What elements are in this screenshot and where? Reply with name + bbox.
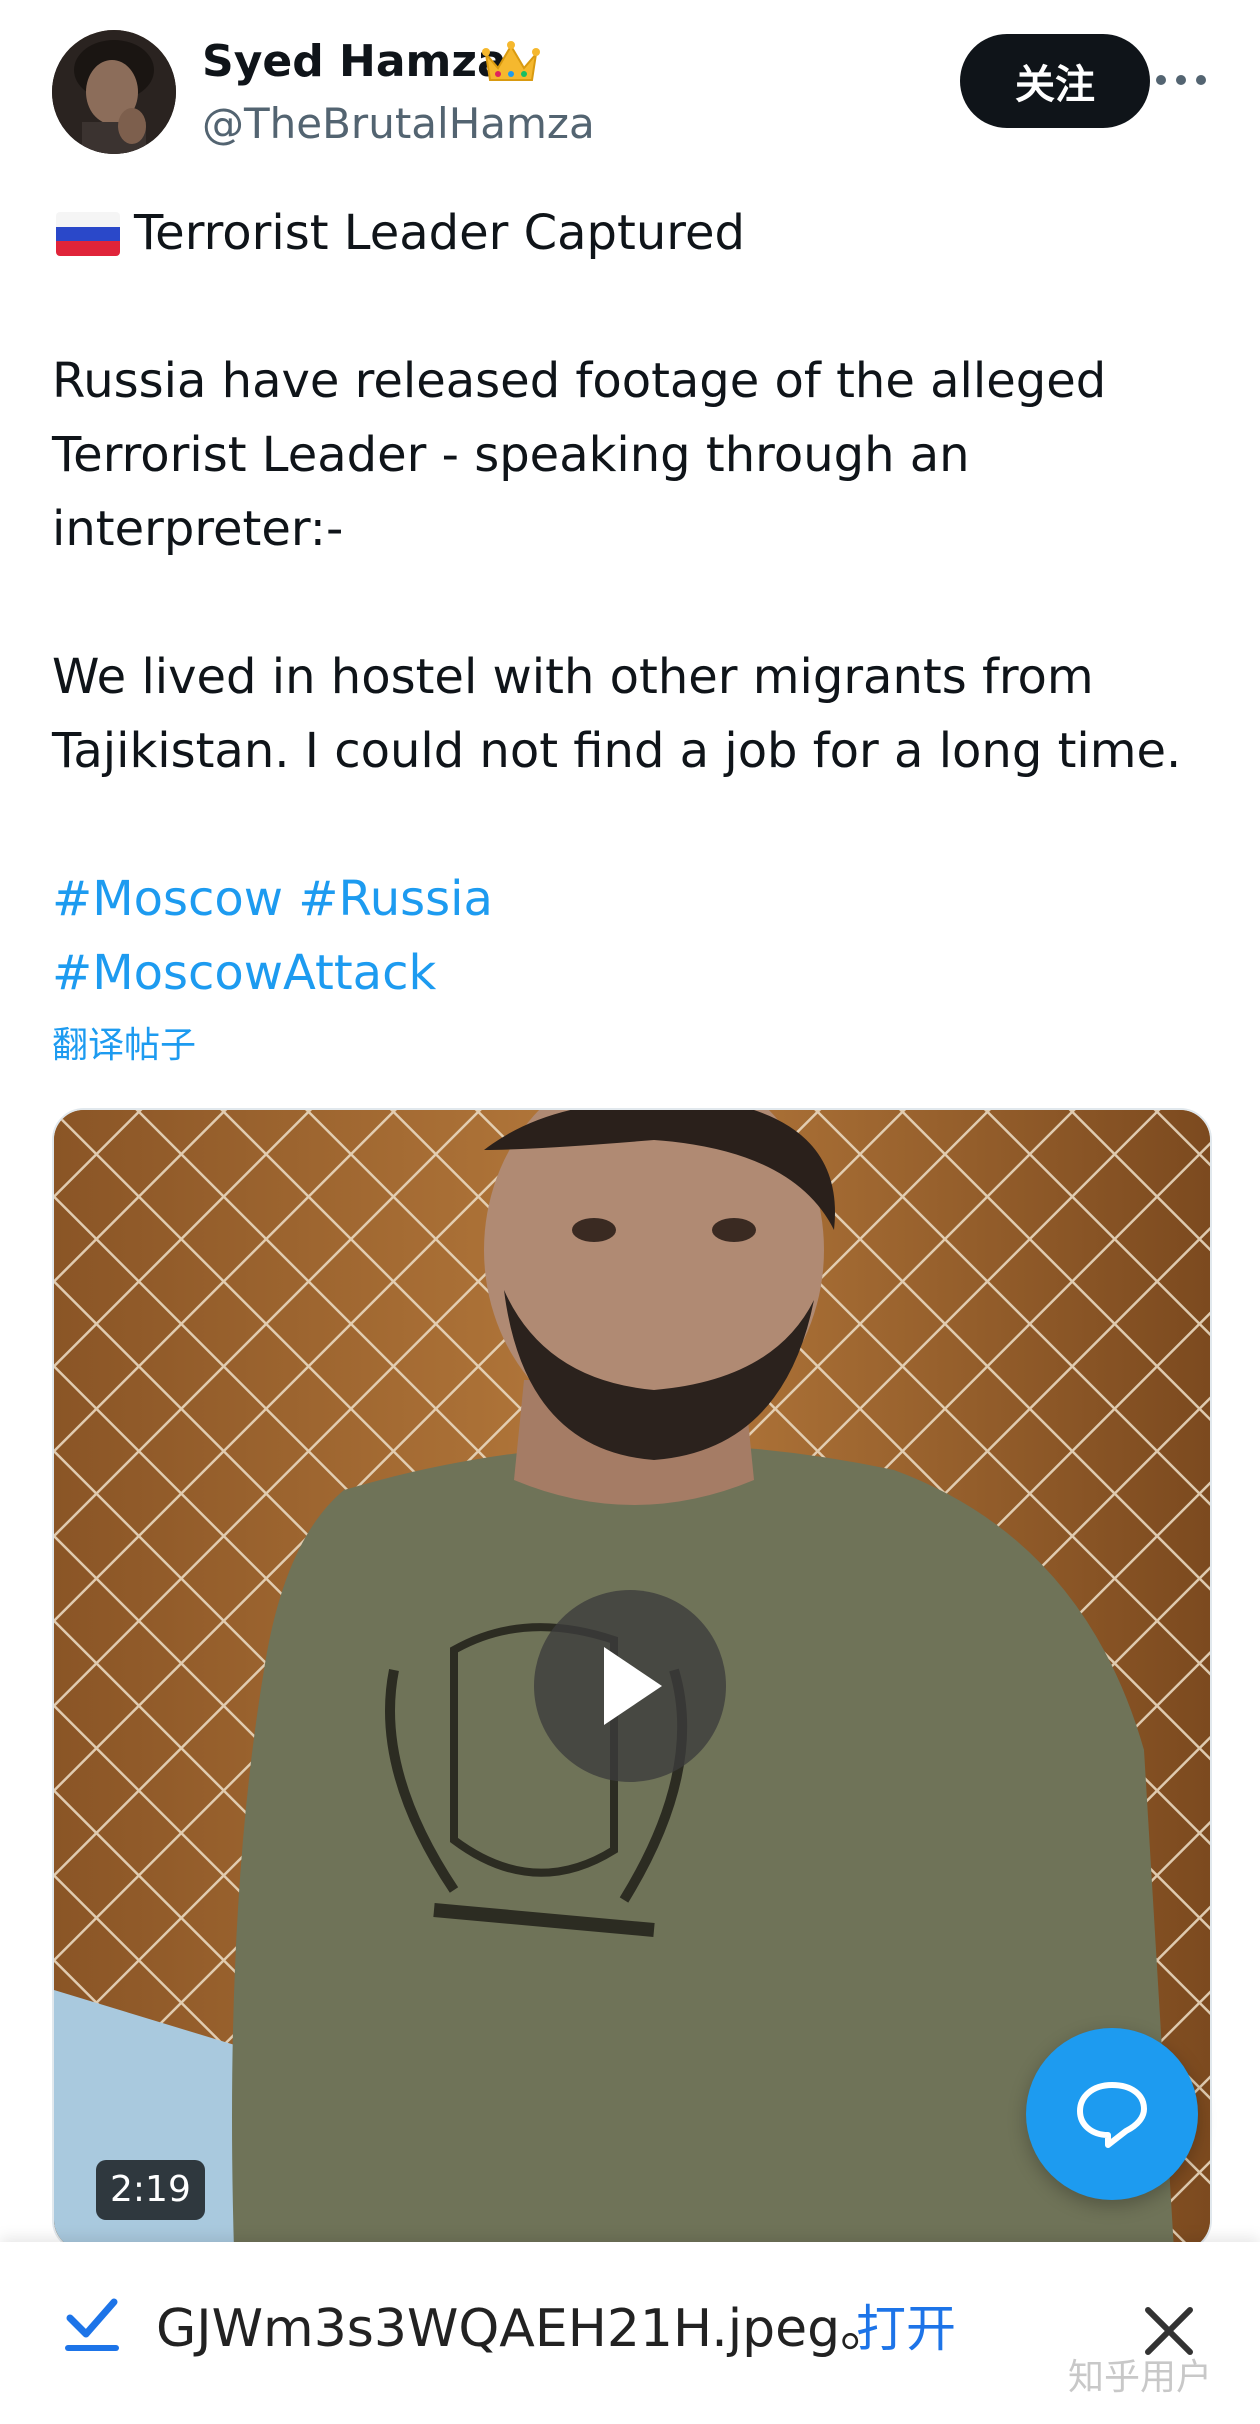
tweet-text-line: Tajikistan. I could not find a job for a… xyxy=(52,723,1182,779)
crown-icon xyxy=(482,41,540,81)
more-icon[interactable] xyxy=(1156,62,1206,98)
russia-flag-icon xyxy=(56,212,120,256)
hashtag-link[interactable]: #Moscow xyxy=(52,871,283,927)
open-file-button[interactable]: 打开 xyxy=(856,2294,956,2364)
tweet-text-line: Terrorist Leader - speaking through an xyxy=(52,427,970,483)
download-check-icon xyxy=(65,2298,119,2351)
download-notification-bar: GJWm3s3WQAEH21H.jpeg。 打开 知乎用户 xyxy=(0,2242,1260,2424)
video-duration-badge: 2:19 xyxy=(96,2160,205,2220)
tweet-page: Syed Hamza @TheBrutalHamza 关注 Terrorist … xyxy=(0,0,1260,2424)
follow-button[interactable]: 关注 xyxy=(960,34,1150,128)
play-icon xyxy=(604,1647,662,1725)
reply-icon xyxy=(1077,2082,1147,2148)
reply-fab-button[interactable] xyxy=(1026,2028,1198,2200)
close-icon[interactable] xyxy=(1142,2304,1196,2358)
display-name[interactable]: Syed Hamza xyxy=(202,32,507,92)
avatar[interactable] xyxy=(52,30,176,154)
hashtag-link[interactable]: #Russia xyxy=(298,871,493,927)
translate-post-link[interactable]: 翻译帖子 xyxy=(52,1022,196,1070)
watermark: 知乎用户 xyxy=(1068,2357,1213,2398)
tweet-text-line: interpreter:- xyxy=(52,501,344,557)
download-filename: GJWm3s3WQAEH21H.jpeg。 xyxy=(156,2299,893,2359)
hashtag-link[interactable]: #MoscowAttack xyxy=(52,945,436,1001)
tweet-text-line: We lived in hostel with other migrants f… xyxy=(52,649,1094,705)
hashtag-row: #Moscow #Russia xyxy=(52,862,493,936)
user-handle[interactable]: @TheBrutalHamza xyxy=(202,96,595,152)
play-button[interactable] xyxy=(534,1590,726,1782)
tweet-headline: Terrorist Leader Captured xyxy=(134,205,745,261)
tweet-text-line: Russia have released footage of the alle… xyxy=(52,353,1107,409)
hashtag-row: #MoscowAttack xyxy=(52,936,436,1010)
